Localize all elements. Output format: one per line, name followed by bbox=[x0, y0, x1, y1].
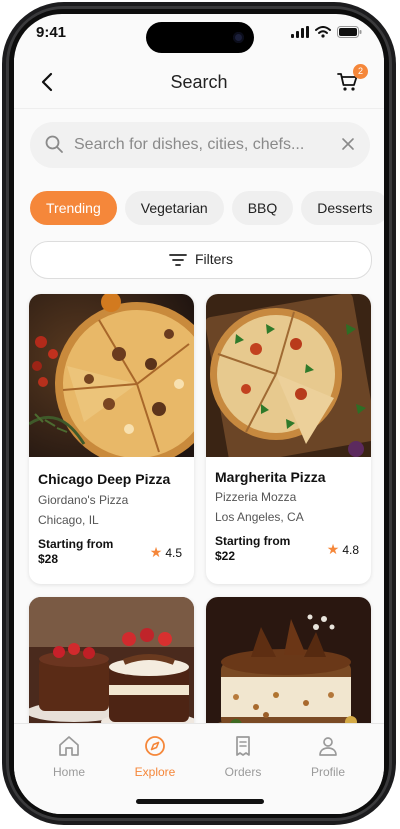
tab-profile-label: Profile bbox=[310, 765, 345, 779]
dish-image-cake bbox=[206, 597, 371, 737]
dish-image-pizza bbox=[29, 294, 194, 457]
price-label: Starting from bbox=[38, 537, 114, 551]
dynamic-island bbox=[146, 22, 254, 53]
rating: ★ 4.8 bbox=[327, 541, 359, 558]
filter-icon bbox=[169, 254, 187, 267]
tab-explore-label: Explore bbox=[134, 765, 176, 779]
rating-value: 4.5 bbox=[165, 546, 182, 560]
home-icon bbox=[59, 736, 79, 756]
dish-card[interactable] bbox=[206, 597, 371, 737]
compass-icon bbox=[145, 736, 165, 756]
dish-card[interactable]: Chicago Deep Pizza Giordano's Pizza Chic… bbox=[29, 294, 194, 584]
dish-name: Chicago Deep Pizza bbox=[38, 471, 171, 487]
tab-home[interactable]: Home bbox=[29, 734, 109, 779]
rating-value: 4.8 bbox=[342, 543, 359, 557]
phone-frame: 9:41 Search 2 Search for dishes, cities,… bbox=[0, 0, 400, 829]
chip-vegetarian[interactable]: Vegetarian bbox=[124, 191, 224, 225]
tab-orders[interactable]: Orders bbox=[203, 734, 283, 779]
dish-city: Los Angeles, CA bbox=[215, 510, 304, 524]
tab-orders-label: Orders bbox=[224, 765, 262, 779]
battery-icon bbox=[337, 26, 362, 38]
restaurant-name: Giordano's Pizza bbox=[38, 493, 129, 507]
home-indicator[interactable] bbox=[136, 799, 264, 804]
dish-card[interactable] bbox=[29, 597, 194, 737]
close-icon[interactable] bbox=[340, 136, 356, 152]
top-nav: Search 2 bbox=[14, 58, 384, 109]
filters-label: Filters bbox=[194, 251, 234, 267]
price-label: Starting from bbox=[215, 534, 291, 548]
dish-card[interactable]: Margherita Pizza Pizzeria Mozza Los Ange… bbox=[206, 294, 371, 584]
receipt-icon bbox=[236, 736, 250, 756]
signal-icon bbox=[291, 26, 309, 38]
rating: ★ 4.5 bbox=[150, 544, 182, 561]
chip-trending[interactable]: Trending bbox=[30, 191, 117, 225]
tab-explore[interactable]: Explore bbox=[115, 734, 195, 779]
price-value: $22 bbox=[215, 549, 236, 563]
category-chips: Trending Vegetarian BBQ Desserts bbox=[30, 191, 384, 225]
chip-desserts[interactable]: Desserts bbox=[301, 191, 384, 225]
chip-bbq[interactable]: BBQ bbox=[231, 191, 294, 225]
dish-name: Margherita Pizza bbox=[215, 469, 326, 485]
restaurant-name: Pizzeria Mozza bbox=[215, 490, 297, 504]
tab-home-label: Home bbox=[52, 765, 85, 779]
price-value: $28 bbox=[38, 552, 59, 566]
search-icon bbox=[45, 135, 63, 153]
dish-city: Chicago, IL bbox=[38, 513, 99, 527]
filters-button[interactable]: Filters bbox=[30, 241, 372, 279]
cart-badge: 2 bbox=[353, 64, 368, 79]
star-icon: ★ bbox=[149, 544, 163, 560]
status-icons bbox=[291, 26, 362, 38]
status-time: 9:41 bbox=[36, 24, 67, 41]
camera-icon bbox=[233, 32, 244, 43]
wifi-icon bbox=[315, 26, 331, 38]
search-input[interactable]: Search for dishes, cities, chefs... bbox=[74, 136, 324, 154]
dish-image-cake bbox=[29, 597, 194, 737]
filters-content: Filters bbox=[31, 251, 371, 267]
star-icon: ★ bbox=[326, 541, 340, 557]
search-bar[interactable]: Search for dishes, cities, chefs... bbox=[30, 122, 370, 168]
screen: 9:41 Search 2 Search for dishes, cities,… bbox=[14, 14, 384, 814]
tab-profile[interactable]: Profile bbox=[288, 734, 368, 779]
user-icon bbox=[319, 737, 337, 756]
page-title: Search bbox=[170, 72, 228, 92]
dish-image-pizza bbox=[206, 294, 371, 457]
cart-button[interactable]: 2 bbox=[336, 64, 368, 96]
